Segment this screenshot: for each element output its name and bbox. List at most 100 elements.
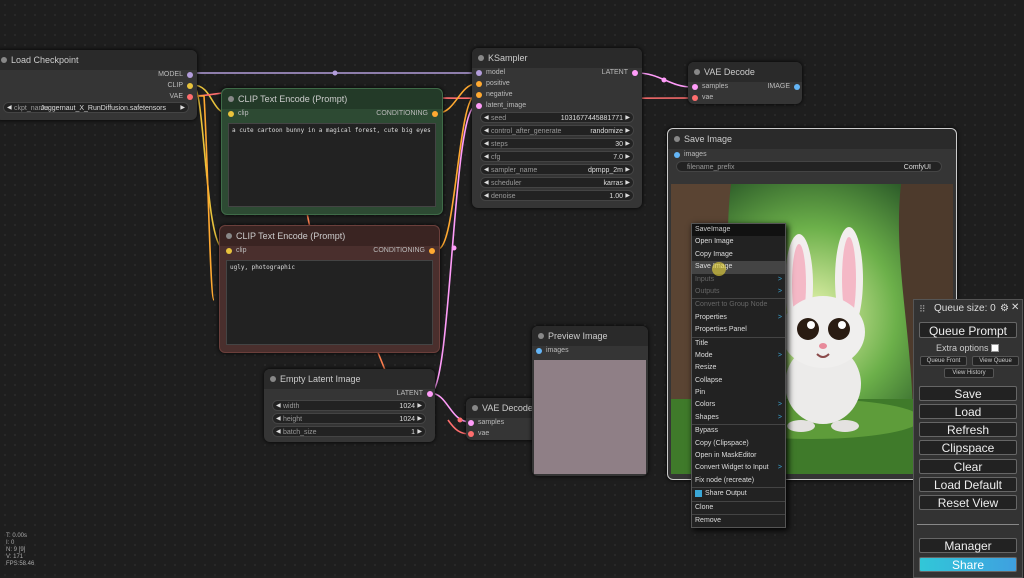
- cfg-widget[interactable]: ◀ cfg 7.0 ▶: [480, 151, 634, 162]
- output-pin[interactable]: [187, 83, 193, 89]
- right-arrow-icon[interactable]: ▶: [625, 152, 630, 163]
- load-checkpoint-node[interactable]: Load Checkpoint MODEL CLIP VAE ◀ ckpt_na…: [0, 50, 197, 120]
- width-widget[interactable]: ◀ width 1024 ▶: [272, 400, 426, 411]
- menu-item-fix-node-recreate[interactable]: Fix node (recreate): [692, 475, 785, 487]
- menu-item-remove[interactable]: Remove: [692, 513, 785, 527]
- queue-front-button[interactable]: Queue Front: [920, 356, 967, 366]
- refresh-button[interactable]: Refresh: [919, 422, 1017, 437]
- control-after-generate-widget[interactable]: ◀ control_after_generate randomize ▶: [480, 125, 634, 136]
- input-pin[interactable]: [674, 152, 680, 158]
- seed-widget[interactable]: ◀ seed 1031677445881771 ▶: [480, 112, 634, 123]
- output-latent[interactable]: LATENT: [397, 389, 433, 399]
- menu-item-bypass[interactable]: Bypass: [692, 424, 785, 437]
- menu-item-title[interactable]: Title: [692, 336, 785, 350]
- menu-item-collapse[interactable]: Collapse: [692, 375, 785, 387]
- menu-item-copy-clipspace[interactable]: Copy (Clipspace): [692, 438, 785, 450]
- output-pin[interactable]: [432, 111, 438, 117]
- input-pin[interactable]: [476, 81, 482, 87]
- prompt-textarea[interactable]: ugly, photographic: [226, 260, 433, 345]
- steps-widget[interactable]: ◀ steps 30 ▶: [480, 138, 634, 149]
- output-conditioning[interactable]: CONDITIONING: [376, 109, 438, 119]
- collapse-dot[interactable]: [270, 376, 276, 382]
- input-pin[interactable]: [536, 348, 542, 354]
- output-pin[interactable]: [429, 248, 435, 254]
- drag-handle-icon[interactable]: ⠿: [919, 304, 926, 315]
- menu-item-convert-widget-to-input[interactable]: Convert Widget to Input >: [692, 462, 785, 474]
- ksampler-node[interactable]: KSampler model positive negative latent_…: [472, 48, 642, 208]
- output-clip[interactable]: CLIP: [167, 81, 193, 91]
- queue-prompt-button[interactable]: Queue Prompt: [919, 322, 1017, 338]
- menu-item-pin[interactable]: Pin: [692, 387, 785, 399]
- collapse-dot[interactable]: [226, 233, 232, 239]
- input-vae[interactable]: vae: [468, 429, 489, 439]
- input-pin[interactable]: [476, 103, 482, 109]
- reset-view-button[interactable]: Reset View: [919, 495, 1017, 510]
- input-images[interactable]: images: [536, 346, 569, 356]
- preview-image-node[interactable]: Preview Image images: [532, 326, 648, 476]
- right-arrow-icon[interactable]: ▶: [417, 401, 422, 412]
- left-arrow-icon[interactable]: ◀: [276, 427, 281, 438]
- menu-item-resize[interactable]: Resize: [692, 362, 785, 374]
- input-model[interactable]: model: [476, 68, 505, 78]
- output-pin[interactable]: [427, 391, 433, 397]
- input-pin[interactable]: [468, 420, 474, 426]
- height-widget[interactable]: ◀ height 1024 ▶: [272, 413, 426, 424]
- left-arrow-icon[interactable]: ◀: [276, 414, 281, 425]
- right-arrow-icon[interactable]: ▶: [625, 113, 630, 124]
- output-vae[interactable]: VAE: [170, 92, 193, 102]
- input-latent-image[interactable]: latent_image: [476, 101, 526, 111]
- left-arrow-icon[interactable]: ◀: [484, 126, 489, 137]
- prompt-textarea[interactable]: a cute cartoon bunny in a magical forest…: [228, 123, 436, 207]
- left-arrow-icon[interactable]: ◀: [484, 113, 489, 124]
- input-samples[interactable]: samples: [692, 82, 728, 92]
- clip-text-encode-negative-node[interactable]: CLIP Text Encode (Prompt) clip CONDITION…: [219, 225, 440, 353]
- sampler-name-widget[interactable]: ◀ sampler_name dpmpp_2m ▶: [480, 164, 634, 175]
- output-model[interactable]: MODEL: [158, 70, 193, 80]
- input-pin[interactable]: [476, 92, 482, 98]
- output-pin[interactable]: [187, 94, 193, 100]
- save-button[interactable]: Save: [919, 386, 1017, 401]
- filename-prefix-widget[interactable]: filename_prefix ComfyUI: [676, 161, 942, 172]
- menu-item-open-image[interactable]: Open Image: [692, 236, 785, 248]
- collapse-dot[interactable]: [674, 136, 680, 142]
- right-arrow-icon[interactable]: ▶: [625, 191, 630, 202]
- left-arrow-icon[interactable]: ◀: [484, 191, 489, 202]
- output-pin[interactable]: [794, 84, 800, 90]
- input-clip[interactable]: clip: [226, 246, 247, 256]
- menu-item-copy-image[interactable]: Copy Image: [692, 249, 785, 261]
- vae-decode-node-bottom[interactable]: VAE Decode samples vae: [466, 398, 538, 440]
- right-arrow-icon[interactable]: ▶: [625, 139, 630, 150]
- clipspace-button[interactable]: Clipspace: [919, 440, 1017, 455]
- view-queue-button[interactable]: View Queue: [972, 356, 1019, 366]
- share-button[interactable]: Share: [919, 557, 1017, 572]
- clear-button[interactable]: Clear: [919, 459, 1017, 474]
- input-pin[interactable]: [692, 84, 698, 90]
- left-arrow-icon[interactable]: ◀: [484, 178, 489, 189]
- vae-decode-node-top[interactable]: VAE Decode samples vae IMAGE: [688, 62, 802, 104]
- batch-size-widget[interactable]: ◀ batch_size 1 ▶: [272, 426, 426, 437]
- input-pin[interactable]: [692, 95, 698, 101]
- right-arrow-icon[interactable]: ▶: [625, 178, 630, 189]
- input-images[interactable]: images: [674, 150, 707, 160]
- input-pin[interactable]: [476, 70, 482, 76]
- gear-icon[interactable]: ⚙: [1000, 303, 1009, 314]
- left-arrow-icon[interactable]: ◀: [276, 401, 281, 412]
- input-pin[interactable]: [468, 431, 474, 437]
- right-arrow-icon[interactable]: ▶: [417, 414, 422, 425]
- denoise-widget[interactable]: ◀ denoise 1.00 ▶: [480, 190, 634, 201]
- close-icon[interactable]: ✕: [1011, 302, 1019, 313]
- menu-item-properties-panel[interactable]: Properties Panel: [692, 324, 785, 336]
- ckpt-name-combo[interactable]: ◀ ckpt_name Juggernaut_X_RunDiffusion.sa…: [3, 102, 189, 113]
- menu-item-properties[interactable]: Properties >: [692, 312, 785, 324]
- output-image[interactable]: IMAGE: [767, 82, 800, 92]
- menu-item-shapes[interactable]: Shapes >: [692, 412, 785, 424]
- right-arrow-icon[interactable]: ▶: [417, 427, 422, 438]
- left-arrow-icon[interactable]: ◀: [484, 152, 489, 163]
- input-samples[interactable]: samples: [468, 418, 504, 428]
- collapse-dot[interactable]: [478, 55, 484, 61]
- right-arrow-icon[interactable]: ▶: [180, 103, 185, 114]
- collapse-dot[interactable]: [694, 69, 700, 75]
- input-clip[interactable]: clip: [228, 109, 249, 119]
- collapse-dot[interactable]: [538, 333, 544, 339]
- extra-options-checkbox[interactable]: [991, 344, 999, 352]
